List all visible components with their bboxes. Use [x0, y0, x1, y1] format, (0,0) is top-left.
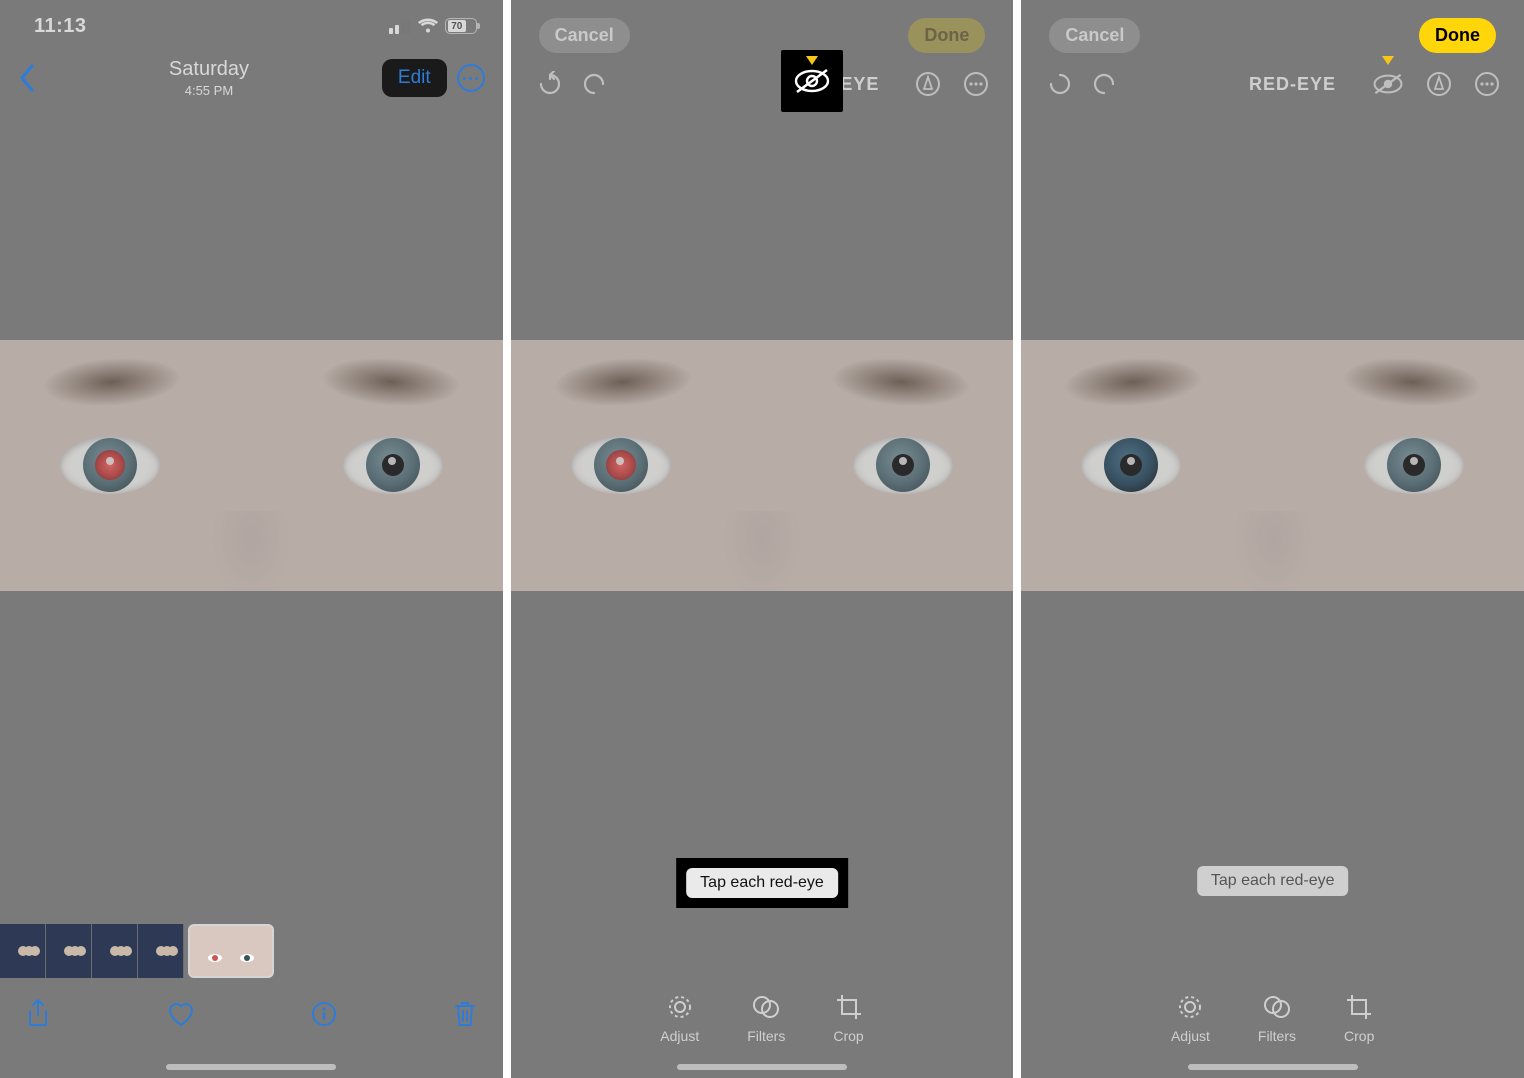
- edit-mode-tabs: Adjust Filters Crop: [1021, 992, 1524, 1044]
- status-icons: 70: [389, 18, 477, 34]
- tool-name-label: RED-EYE: [1189, 74, 1336, 95]
- tab-crop[interactable]: Crop: [1344, 992, 1374, 1044]
- tab-crop[interactable]: Crop: [833, 992, 863, 1044]
- status-bar: 11:13 70: [0, 0, 503, 52]
- thumbnail[interactable]: [138, 924, 184, 978]
- redeye-icon[interactable]: [793, 67, 831, 95]
- redeye-hint: Tap each red-eye: [1197, 866, 1349, 896]
- home-indicator[interactable]: [166, 1064, 336, 1070]
- redo-icon[interactable]: [1093, 71, 1119, 97]
- edit-navbar: Cancel Done: [511, 0, 1014, 53]
- home-indicator[interactable]: [1188, 1064, 1358, 1070]
- tab-filters-label: Filters: [747, 1028, 785, 1044]
- cancel-button[interactable]: Cancel: [1049, 18, 1140, 53]
- screen-photo-view: 11:13 70 Saturday 4:55 PM Edit: [0, 0, 503, 1078]
- tab-filters-label: Filters: [1258, 1028, 1296, 1044]
- share-icon[interactable]: [26, 999, 50, 1034]
- photo-canvas[interactable]: [0, 340, 503, 591]
- photo-canvas[interactable]: [1021, 340, 1524, 591]
- more-icon[interactable]: [963, 71, 989, 97]
- edit-mode-tabs: Adjust Filters Crop: [511, 992, 1014, 1044]
- photo-date-header: Saturday 4:55 PM: [169, 58, 249, 98]
- battery-icon: 70: [445, 18, 477, 34]
- more-button[interactable]: [457, 64, 485, 92]
- wifi-icon: [417, 18, 439, 34]
- tab-filters[interactable]: Filters: [1258, 992, 1296, 1044]
- cancel-button[interactable]: Cancel: [539, 18, 630, 53]
- edit-tool-row: RED-EYE: [511, 53, 1014, 97]
- redeye-hint: Tap each red-eye: [686, 868, 838, 898]
- photo-time: 4:55 PM: [169, 83, 249, 98]
- favorite-icon[interactable]: [166, 1001, 196, 1032]
- hint-highlight: Tap each red-eye: [676, 858, 848, 908]
- undo-icon[interactable]: [535, 71, 561, 97]
- done-button[interactable]: Done: [1419, 18, 1496, 53]
- markup-icon[interactable]: [1426, 71, 1452, 97]
- markup-icon[interactable]: [915, 71, 941, 97]
- done-button[interactable]: Done: [908, 18, 985, 53]
- photo-navbar: Saturday 4:55 PM Edit: [0, 52, 503, 110]
- redo-icon[interactable]: [583, 71, 609, 97]
- tab-adjust-label: Adjust: [660, 1028, 699, 1044]
- photo-toolbar: [0, 988, 503, 1044]
- photo-canvas[interactable]: [511, 340, 1014, 591]
- tab-adjust-label: Adjust: [1171, 1028, 1210, 1044]
- thumbnail[interactable]: [92, 924, 138, 978]
- tab-crop-label: Crop: [1344, 1028, 1374, 1044]
- thumbnail[interactable]: [0, 924, 46, 978]
- status-time: 11:13: [34, 15, 87, 38]
- cellular-icon: [389, 19, 411, 34]
- tab-crop-label: Crop: [833, 1028, 863, 1044]
- tab-filters[interactable]: Filters: [747, 992, 785, 1044]
- tab-adjust[interactable]: Adjust: [1171, 992, 1210, 1044]
- redeye-tool-highlight: [781, 50, 843, 112]
- tab-adjust[interactable]: Adjust: [660, 992, 699, 1044]
- home-indicator[interactable]: [677, 1064, 847, 1070]
- thumbnail[interactable]: [46, 924, 92, 978]
- battery-percent: 70: [448, 20, 466, 32]
- info-icon[interactable]: [311, 1001, 337, 1032]
- edit-navbar: Cancel Done: [1021, 0, 1524, 53]
- edit-tool-row: RED-EYE: [1021, 53, 1524, 97]
- undo-icon[interactable]: [1045, 71, 1071, 97]
- back-button[interactable]: [18, 64, 36, 92]
- redeye-icon[interactable]: [1372, 72, 1404, 96]
- trash-icon[interactable]: [453, 1000, 477, 1033]
- thumbnail-selected[interactable]: [188, 924, 274, 978]
- screen-edit-redeye-done: Cancel Done RED-EYE: [1021, 0, 1524, 1078]
- active-tool-pointer-icon: [1382, 56, 1394, 65]
- photo-date: Saturday: [169, 58, 249, 81]
- edit-button[interactable]: Edit: [382, 59, 447, 97]
- highlight-pointer-icon: [806, 56, 818, 65]
- screen-edit-redeye-select: Cancel Done RED-EYE: [511, 0, 1014, 1078]
- thumbnail-strip[interactable]: [0, 924, 274, 978]
- more-icon[interactable]: [1474, 71, 1500, 97]
